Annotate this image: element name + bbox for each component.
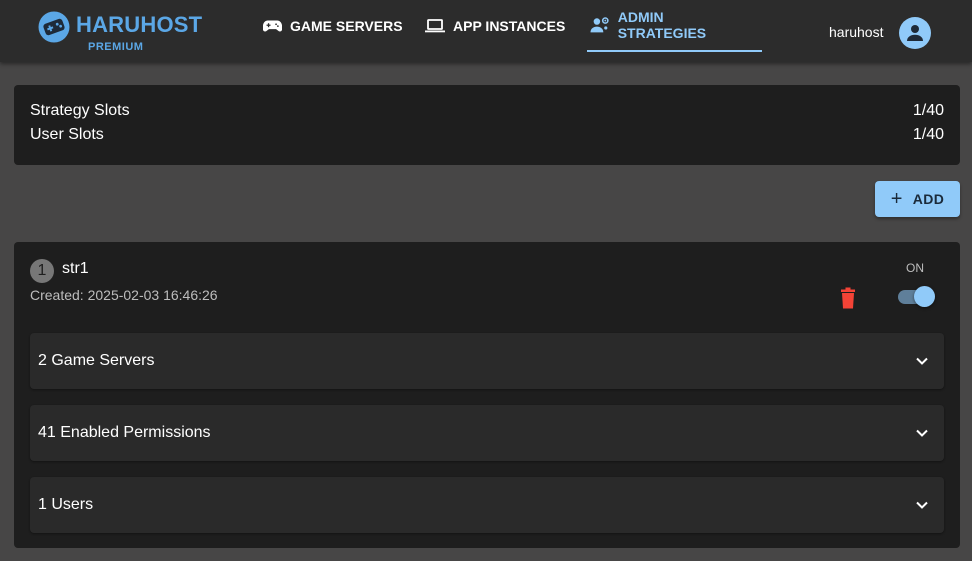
user-slots-value: 1/40 (912, 126, 944, 143)
username: haruhost (829, 24, 884, 40)
brand-name[interactable]: HARUHOST (76, 12, 202, 38)
strategy-created-date: Created: 2025-02-03 16:46:26 (30, 287, 218, 303)
chevron-down-icon (916, 429, 928, 437)
strategy-slots-row: Strategy Slots 1/40 (30, 102, 944, 124)
user-slots-row: User Slots 1/40 (30, 126, 944, 148)
strategy-index-badge: 1 (30, 259, 54, 283)
brand-tier: PREMIUM (88, 41, 144, 53)
chevron-down-icon (916, 357, 928, 365)
admin-strategy-icon (590, 17, 609, 33)
strategy-enabled-toggle[interactable] (898, 285, 936, 309)
nav-game-servers[interactable]: GAME SERVERS (263, 0, 403, 52)
accordion-game-servers[interactable]: 2 Game Servers (30, 333, 944, 389)
plus-icon: + (890, 188, 903, 210)
account-avatar[interactable] (899, 17, 931, 49)
add-strategy-button[interactable]: + ADD (875, 181, 960, 217)
laptop-icon (425, 19, 445, 33)
add-button-label: ADD (912, 191, 945, 207)
delete-icon[interactable] (838, 287, 858, 309)
gamepad-icon (263, 20, 282, 32)
nav-app-instances-label: APP INSTANCES (453, 18, 566, 34)
chevron-down-icon (916, 501, 928, 509)
nav-admin-strategies-label: ADMIN STRATEGIES (617, 9, 707, 41)
strategy-slots-value: 1/40 (912, 102, 944, 119)
switch-state-label: ON (906, 261, 924, 275)
nav-app-instances[interactable]: APP INSTANCES (425, 0, 565, 52)
nav-admin-strategies[interactable]: ADMIN STRATEGIES (587, 0, 762, 52)
strategy-slots-label: Strategy Slots (30, 102, 130, 119)
haruhost-logo-icon[interactable] (38, 11, 70, 43)
accordion-enabled-permissions[interactable]: 41 Enabled Permissions (30, 405, 944, 461)
accordion-users[interactable]: 1 Users (30, 477, 944, 533)
accordion-permissions-label: 41 Enabled Permissions (38, 424, 211, 441)
strategy-card: 1 str1 Created: 2025-02-03 16:46:26 ON 2… (14, 242, 960, 548)
slots-summary-card: Strategy Slots 1/40 User Slots 1/40 (14, 85, 960, 165)
account-icon (907, 25, 923, 41)
top-app-bar: HARUHOST PREMIUM GAME SERVERS APP INSTAN… (0, 0, 972, 62)
nav-game-servers-label: GAME SERVERS (290, 18, 403, 34)
accordion-users-label: 1 Users (38, 496, 94, 513)
strategy-name: str1 (62, 260, 89, 277)
user-slots-label: User Slots (30, 126, 104, 143)
accordion-game-servers-label: 2 Game Servers (38, 352, 155, 369)
toggle-thumb (914, 286, 935, 307)
